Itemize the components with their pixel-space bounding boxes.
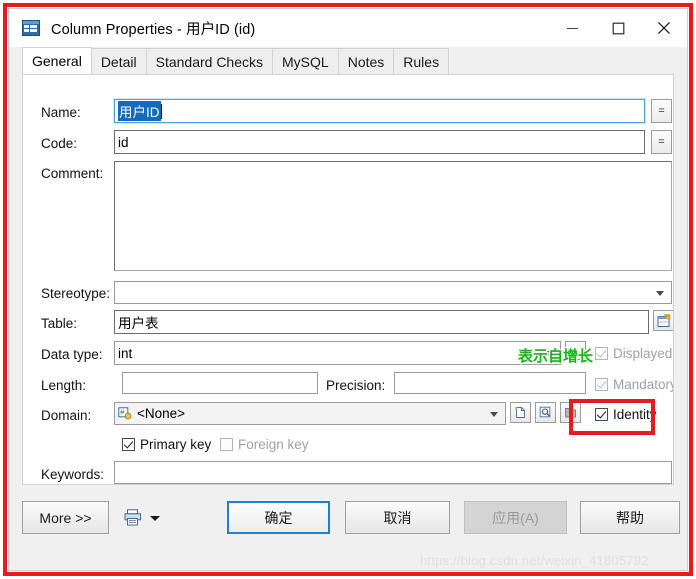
column-properties-dialog: Column Properties - 用户ID (id) General De… [8, 8, 688, 571]
domain-combobox[interactable]: # <None> [114, 402, 506, 425]
text-caret [160, 103, 162, 119]
tab-label: Detail [100, 53, 137, 70]
domain-label: Domain: [41, 408, 92, 423]
tab-label: MySQL [282, 53, 329, 70]
length-input[interactable] [122, 372, 318, 394]
apply-button: 应用(A) [464, 501, 567, 534]
tab-label: Rules [403, 53, 440, 70]
cancel-button-label: 取消 [383, 509, 412, 526]
ok-button-label: 确定 [264, 509, 293, 526]
equals-icon: = [658, 104, 665, 117]
screenshot-root: Column Properties - 用户ID (id) General De… [0, 0, 696, 579]
checkbox-box [595, 347, 608, 360]
precision-input[interactable] [394, 372, 586, 394]
open-domain-button[interactable] [560, 402, 581, 423]
length-label: Length: [41, 378, 87, 393]
checkbox-box [595, 378, 608, 391]
mandatory-checkbox: Mandatory [595, 377, 674, 392]
tab-rules[interactable]: Rules [393, 48, 450, 74]
precision-label: Precision: [326, 378, 386, 393]
keywords-input[interactable] [114, 461, 672, 484]
browse-domain-icon [539, 406, 551, 418]
keywords-label: Keywords: [41, 467, 105, 482]
domain-value: <None> [137, 406, 186, 421]
primary-key-label: Primary key [140, 437, 212, 452]
stereotype-label: Stereotype: [41, 286, 111, 301]
checkbox-box [220, 438, 233, 451]
more-button-label: More >> [39, 509, 92, 526]
data-type-label: Data type: [41, 347, 103, 362]
name-label: Name: [41, 105, 81, 120]
tab-notes[interactable]: Notes [337, 48, 395, 74]
code-input[interactable]: id [114, 130, 645, 154]
general-tab-panel: Name: 用户ID = Code: id = Comment: Stereot… [22, 74, 674, 485]
tab-mysql[interactable]: MySQL [272, 48, 339, 74]
checkbox-box [122, 438, 135, 451]
minimize-button[interactable] [549, 9, 595, 47]
identity-label: Identity [613, 407, 657, 422]
chevron-down-icon [490, 411, 499, 417]
tab-strip: General Detail Standard Checks MySQL Not… [9, 47, 687, 74]
identity-checkbox[interactable]: Identity [595, 407, 657, 422]
displayed-label: Displayed [613, 346, 673, 361]
tab-label: Notes [347, 53, 385, 70]
code-label: Code: [41, 136, 78, 151]
cancel-button[interactable]: 取消 [345, 501, 450, 534]
table-grid-icon [22, 20, 40, 36]
window-title: Column Properties - 用户ID (id) [51, 21, 256, 38]
browse-domain-button[interactable] [535, 402, 556, 423]
apply-button-label: 应用(A) [492, 509, 539, 526]
chevron-down-icon [656, 290, 665, 296]
green-annotation-text: 表示自增长 [517, 346, 594, 366]
domain-icon: # [118, 406, 132, 419]
comment-textarea[interactable] [114, 161, 672, 271]
svg-text:#: # [120, 409, 124, 416]
tab-label: General [32, 53, 82, 69]
name-input[interactable]: 用户ID [113, 98, 646, 124]
table-label: Table: [41, 316, 78, 331]
minimize-icon [566, 27, 578, 29]
chevron-down-icon[interactable] [150, 516, 160, 521]
printer-icon[interactable] [124, 509, 142, 526]
more-button[interactable]: More >> [22, 501, 109, 534]
close-icon [657, 21, 671, 35]
name-equals-button[interactable]: = [651, 99, 672, 123]
comment-label: Comment: [41, 166, 104, 181]
name-input-value: 用户ID [118, 101, 161, 121]
maximize-icon [612, 22, 624, 34]
table-input[interactable]: 用户表 [114, 310, 649, 334]
data-type-value: int [118, 345, 133, 361]
tab-detail[interactable]: Detail [90, 48, 147, 74]
foreign-key-label: Foreign key [238, 437, 309, 452]
open-domain-icon [565, 408, 576, 418]
help-button-label: 帮助 [616, 509, 644, 526]
watermark-text: https://blog.csdn.net/weixin_41805792 [420, 553, 649, 568]
tab-standard-checks[interactable]: Standard Checks [145, 48, 274, 74]
displayed-checkbox: Displayed [595, 346, 672, 361]
tab-general[interactable]: General [22, 47, 92, 74]
tab-label: Standard Checks [155, 53, 264, 70]
new-domain-icon [515, 406, 525, 418]
code-equals-button[interactable]: = [651, 130, 672, 154]
table-properties-icon [657, 313, 670, 327]
table-properties-button[interactable] [653, 310, 673, 331]
checkbox-box [595, 408, 608, 421]
equals-icon: = [658, 135, 665, 148]
foreign-key-checkbox: Foreign key [220, 437, 309, 452]
table-input-value: 用户表 [118, 316, 159, 331]
title-bar: Column Properties - 用户ID (id) [9, 9, 687, 47]
mandatory-label: Mandatory [613, 377, 674, 392]
primary-key-checkbox[interactable]: Primary key [122, 437, 211, 452]
maximize-button[interactable] [595, 9, 641, 47]
data-type-combobox[interactable]: int [114, 341, 561, 365]
ok-button[interactable]: 确定 [227, 501, 330, 534]
stereotype-combobox[interactable] [114, 281, 672, 304]
new-domain-button[interactable] [510, 402, 531, 423]
code-input-value: id [118, 134, 129, 150]
close-button[interactable] [641, 9, 687, 47]
help-button[interactable]: 帮助 [580, 501, 680, 534]
